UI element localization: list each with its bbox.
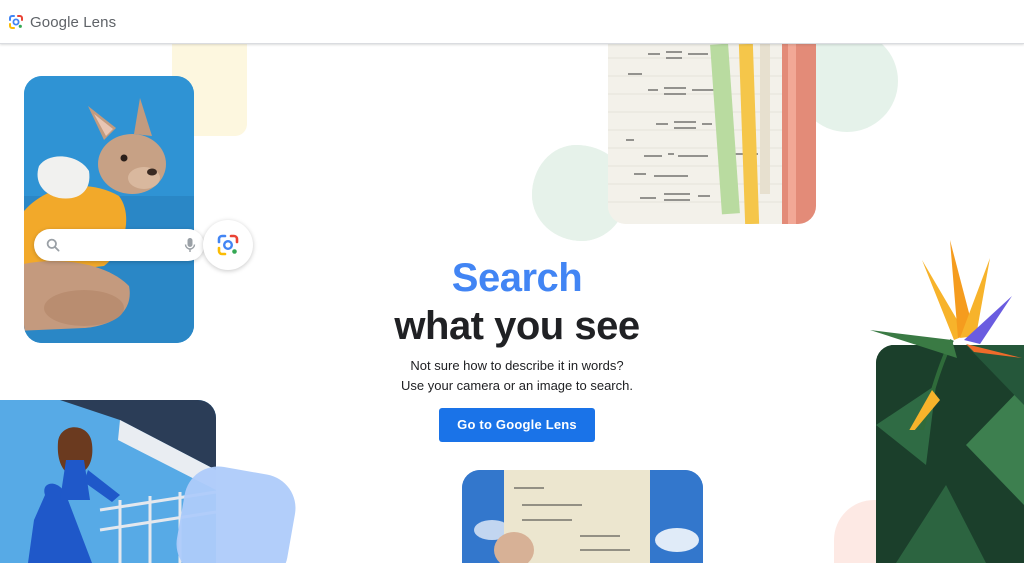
go-to-google-lens-button[interactable]: Go to Google Lens (439, 408, 595, 442)
google-lens-icon (217, 234, 239, 256)
hero-subtitle: Not sure how to describe it in words? Us… (362, 356, 672, 396)
bird-of-paradise-flower (870, 240, 1022, 430)
search-icon (46, 238, 60, 252)
korean-note-illustration (462, 470, 703, 563)
hero-title-what-you-see: what you see (394, 304, 640, 348)
hero-subtitle-line1: Not sure how to describe it in words? (410, 358, 624, 373)
math-notebook-illustration (608, 44, 816, 224)
mic-icon (184, 238, 196, 252)
search-bar-mock (34, 229, 204, 261)
hero-section: Search what you see Not sure how to desc… (362, 254, 672, 442)
logo-text: Google Lens (30, 13, 117, 31)
google-lens-logo-icon (9, 15, 23, 29)
french-bulldog-illustration (24, 76, 194, 343)
google-lens-button[interactable] (203, 220, 253, 270)
hero-title-search: Search (451, 256, 583, 300)
korean-handwritten-note-photo (462, 470, 703, 563)
french-bulldog-photo (24, 76, 194, 343)
hero-subtitle-line2: Use your camera or an image to search. (401, 378, 633, 393)
math-notebook-photo (608, 44, 816, 224)
google-lens-logo[interactable]: Google Lens (8, 12, 116, 32)
top-bar: Google Lens (0, 0, 1024, 44)
